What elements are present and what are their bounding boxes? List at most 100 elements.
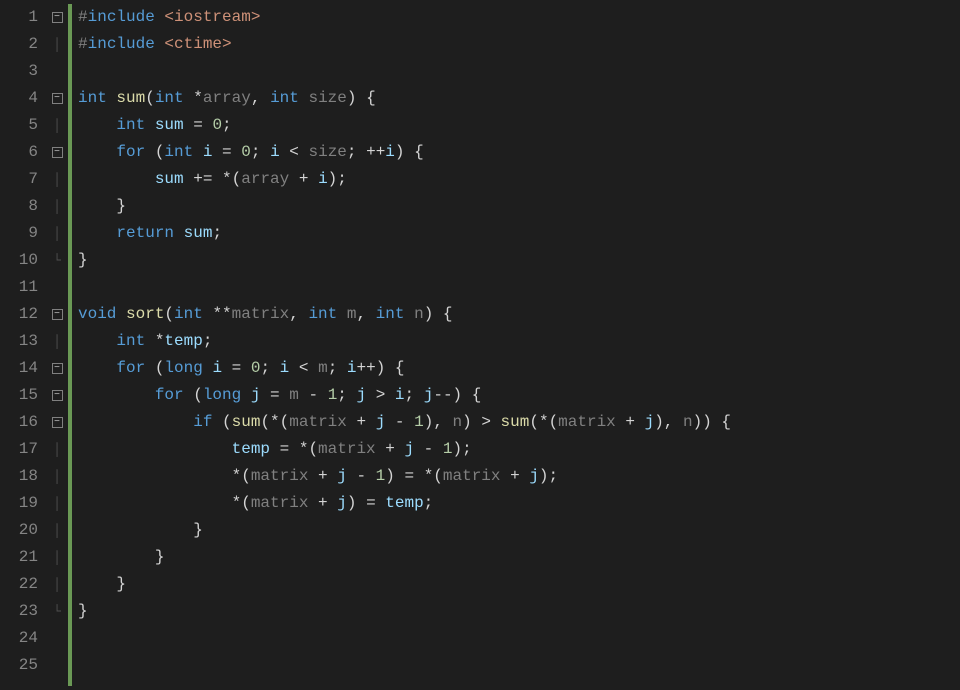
token-pn: --) { bbox=[433, 386, 481, 404]
token-pn bbox=[78, 359, 116, 377]
token-pn: ; ++ bbox=[347, 143, 385, 161]
token-pn: , bbox=[289, 305, 308, 323]
code-line[interactable]: } bbox=[78, 544, 960, 571]
token-pn: )) { bbox=[693, 413, 731, 431]
fold-guide-icon: │ bbox=[53, 517, 61, 544]
token-kw: for bbox=[116, 359, 154, 377]
fold-guide-icon: │ bbox=[53, 193, 61, 220]
line-number: 8 bbox=[6, 193, 38, 220]
token-fn: sum bbox=[116, 89, 145, 107]
token-kw: int bbox=[155, 89, 193, 107]
fold-cell[interactable]: − bbox=[46, 382, 68, 409]
fold-cell: └ bbox=[46, 247, 68, 274]
line-number: 4 bbox=[6, 85, 38, 112]
code-line[interactable]: for (long i = 0; i < m; i++) { bbox=[78, 355, 960, 382]
code-line[interactable]: return sum; bbox=[78, 220, 960, 247]
token-pn: - bbox=[347, 467, 376, 485]
token-pn: ) { bbox=[424, 305, 453, 323]
code-line[interactable]: int sum = 0; bbox=[78, 112, 960, 139]
code-line[interactable]: for (long j = m - 1; j > i; j--) { bbox=[78, 382, 960, 409]
fold-cell: │ bbox=[46, 220, 68, 247]
token-fn: sum bbox=[501, 413, 530, 431]
line-number: 11 bbox=[6, 274, 38, 301]
fold-cell[interactable]: − bbox=[46, 301, 68, 328]
token-kw: int bbox=[270, 89, 308, 107]
code-line[interactable]: int sum(int *array, int size) { bbox=[78, 85, 960, 112]
token-par: size bbox=[308, 89, 346, 107]
code-line[interactable]: } bbox=[78, 193, 960, 220]
code-line[interactable] bbox=[78, 274, 960, 301]
fold-cell[interactable]: − bbox=[46, 409, 68, 436]
code-line[interactable]: sum += *(array + i); bbox=[78, 166, 960, 193]
line-number: 9 bbox=[6, 220, 38, 247]
token-id: j bbox=[424, 386, 434, 404]
fold-end-icon: └ bbox=[53, 247, 61, 274]
code-line[interactable]: void sort(int **matrix, int m, int n) { bbox=[78, 301, 960, 328]
token-id: j bbox=[357, 386, 367, 404]
token-par: matrix bbox=[232, 305, 290, 323]
fold-toggle-icon[interactable]: − bbox=[52, 93, 63, 104]
fold-toggle-icon[interactable]: − bbox=[52, 309, 63, 320]
fold-guide-icon: │ bbox=[53, 490, 61, 517]
fold-cell: │ bbox=[46, 31, 68, 58]
token-pn: } bbox=[78, 251, 88, 269]
token-pn: ( bbox=[155, 359, 165, 377]
line-number: 7 bbox=[6, 166, 38, 193]
fold-cell[interactable]: − bbox=[46, 139, 68, 166]
code-line[interactable]: if (sum(*(matrix + j - 1), n) > sum(*(ma… bbox=[78, 409, 960, 436]
fold-toggle-icon[interactable]: − bbox=[52, 12, 63, 23]
fold-cell bbox=[46, 625, 68, 652]
fold-cell[interactable]: − bbox=[46, 355, 68, 382]
code-line[interactable]: temp = *(matrix + j - 1); bbox=[78, 436, 960, 463]
line-number: 13 bbox=[6, 328, 38, 355]
line-number: 19 bbox=[6, 490, 38, 517]
fold-guide-icon: │ bbox=[53, 544, 61, 571]
fold-cell[interactable]: − bbox=[46, 4, 68, 31]
code-line[interactable]: for (int i = 0; i < size; ++i) { bbox=[78, 139, 960, 166]
fold-toggle-icon[interactable]: − bbox=[52, 417, 63, 428]
code-line[interactable] bbox=[78, 625, 960, 652]
code-line[interactable]: #include <ctime> bbox=[78, 31, 960, 58]
token-pn: ++) { bbox=[357, 359, 405, 377]
token-kw: for bbox=[155, 386, 193, 404]
token-id: i bbox=[385, 143, 395, 161]
token-id: i bbox=[347, 359, 357, 377]
code-area[interactable]: #include <iostream>#include <ctime> int … bbox=[72, 0, 960, 690]
token-id: temp bbox=[232, 440, 270, 458]
token-id: i bbox=[270, 143, 280, 161]
code-line[interactable]: #include <iostream> bbox=[78, 4, 960, 31]
token-id: i bbox=[395, 386, 405, 404]
fold-guide-icon: │ bbox=[53, 436, 61, 463]
code-editor[interactable]: 1234567891011121314151617181920212223242… bbox=[0, 0, 960, 690]
token-pn: += *( bbox=[184, 170, 242, 188]
token-pn: = *( bbox=[270, 440, 318, 458]
code-line[interactable]: } bbox=[78, 598, 960, 625]
code-line[interactable]: } bbox=[78, 517, 960, 544]
token-num: 1 bbox=[414, 413, 424, 431]
token-pn: ); bbox=[453, 440, 472, 458]
code-line[interactable]: } bbox=[78, 247, 960, 274]
token-id: sum bbox=[155, 116, 184, 134]
code-line[interactable]: int *temp; bbox=[78, 328, 960, 355]
fold-toggle-icon[interactable]: − bbox=[52, 390, 63, 401]
fold-toggle-icon[interactable]: − bbox=[52, 363, 63, 374]
fold-cell[interactable]: − bbox=[46, 85, 68, 112]
token-pn: = bbox=[222, 359, 251, 377]
code-line[interactable]: } bbox=[78, 571, 960, 598]
fold-guide-icon: │ bbox=[53, 571, 61, 598]
code-line[interactable]: *(matrix + j) = temp; bbox=[78, 490, 960, 517]
fold-toggle-icon[interactable]: − bbox=[52, 147, 63, 158]
token-pn bbox=[78, 440, 232, 458]
token-pn: ( bbox=[145, 89, 155, 107]
token-pn bbox=[78, 170, 155, 188]
token-fn: sum bbox=[232, 413, 261, 431]
code-line[interactable] bbox=[78, 652, 960, 679]
code-line[interactable]: *(matrix + j - 1) = *(matrix + j); bbox=[78, 463, 960, 490]
token-pn: } bbox=[78, 197, 126, 215]
token-str: <ctime> bbox=[164, 35, 231, 53]
token-pn: ); bbox=[539, 467, 558, 485]
token-par: matrix bbox=[251, 467, 309, 485]
token-kw: int bbox=[164, 143, 202, 161]
fold-cell: │ bbox=[46, 463, 68, 490]
code-line[interactable] bbox=[78, 58, 960, 85]
